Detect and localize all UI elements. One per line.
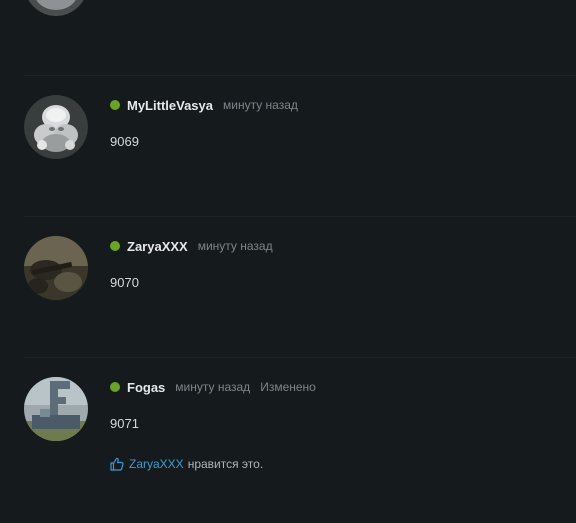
likes-text: нравится это. [187,457,264,471]
username-link[interactable]: MyLittleVasya [127,98,213,113]
post-content: 9069 [110,134,139,149]
post-header: Fogas минуту назад Изменено [110,378,316,396]
post-timestamp[interactable]: минуту назад [223,98,298,112]
online-status-icon [110,100,120,110]
avatar[interactable] [24,236,88,300]
post-header: MyLittleVasya минуту назад [110,96,298,114]
liker-username-link[interactable]: ZaryaXXX [129,457,184,471]
avatar[interactable] [24,95,88,159]
post-timestamp[interactable]: минуту назад [198,239,273,253]
post-content: 9071 [110,416,139,431]
online-status-icon [110,241,120,251]
avatar[interactable] [24,377,88,441]
post-header: ZaryaXXX минуту назад [110,237,273,255]
post-divider [24,216,576,217]
avatar-previous-post[interactable] [24,0,88,16]
post-divider [24,357,576,358]
username-link[interactable]: ZaryaXXX [127,239,188,254]
likes-summary: ZaryaXXX нравится это. [110,456,263,472]
edited-label[interactable]: Изменено [260,380,316,394]
post-content: 9070 [110,275,139,290]
online-status-icon [110,382,120,392]
username-link[interactable]: Fogas [127,380,165,395]
post-divider [24,75,576,76]
post-timestamp[interactable]: минуту назад [175,380,250,394]
thumbs-up-icon [110,457,124,471]
